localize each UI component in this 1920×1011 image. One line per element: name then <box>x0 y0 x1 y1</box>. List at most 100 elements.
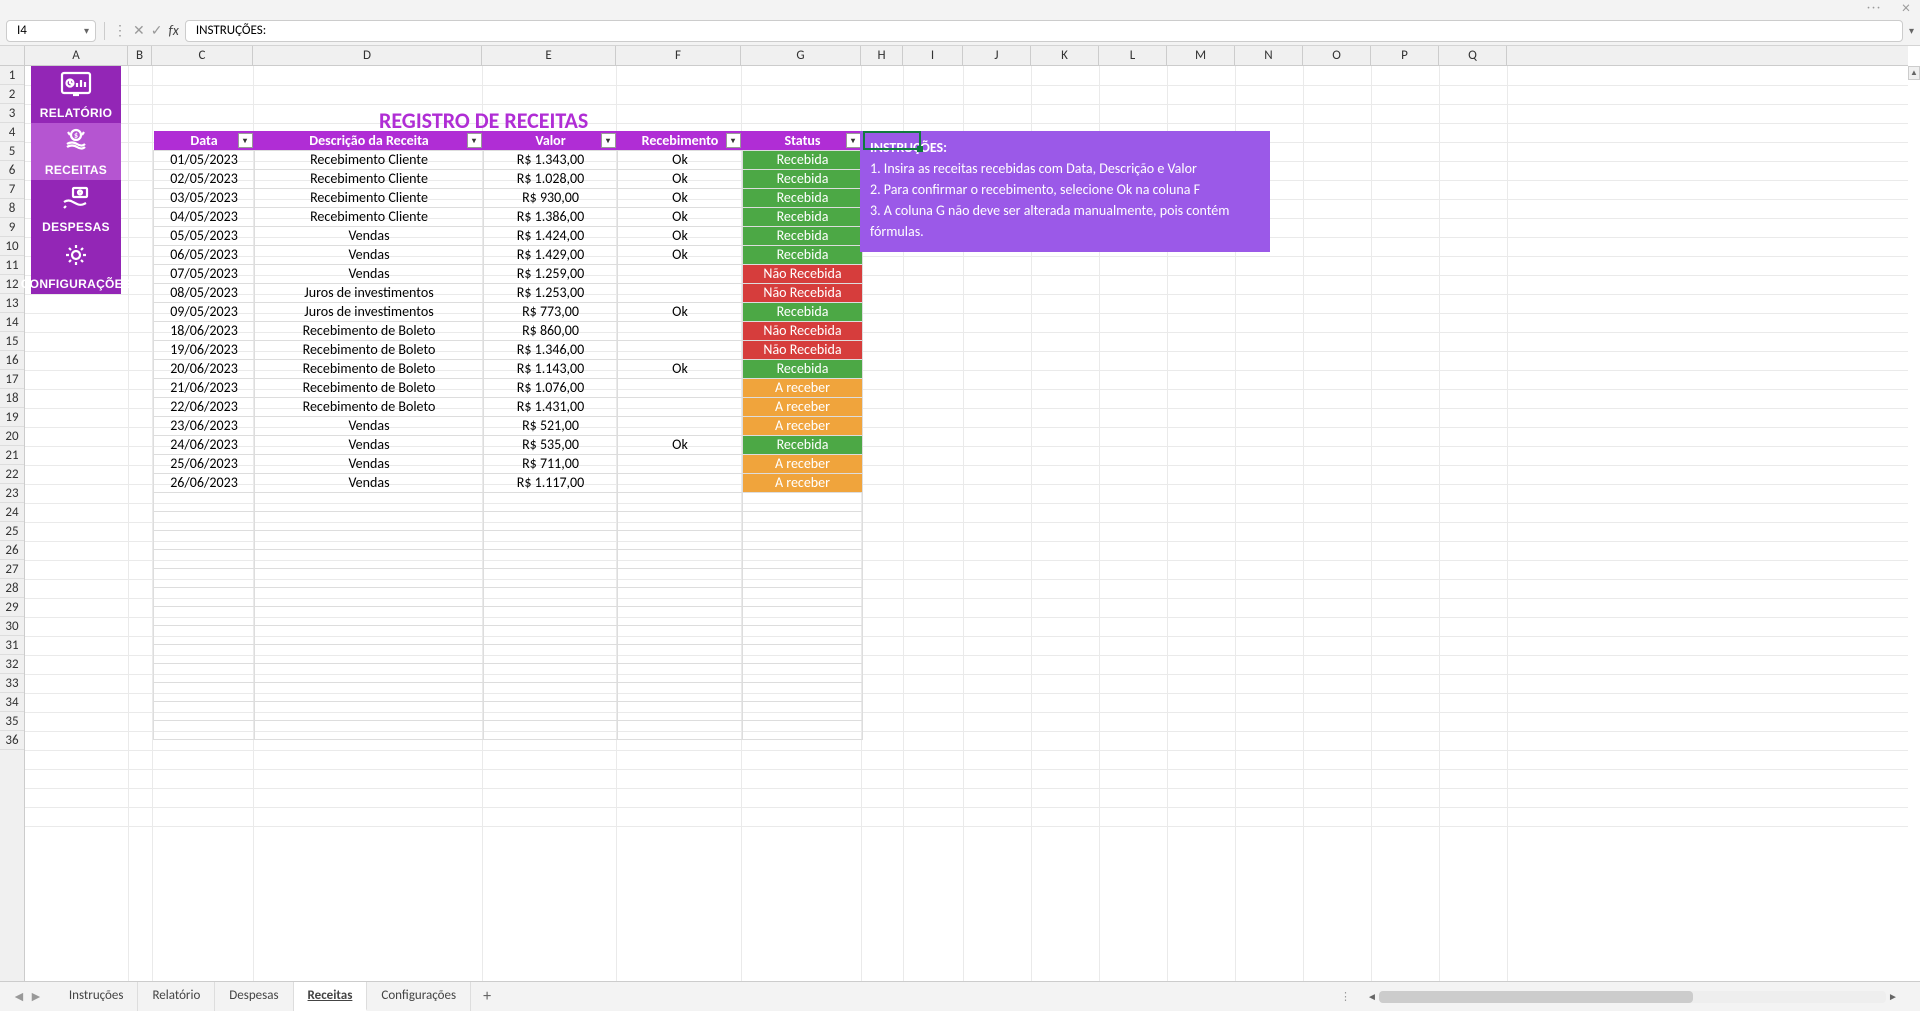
cell-data[interactable]: 23/06/2023 <box>154 416 255 435</box>
cell-desc[interactable]: Recebimento Cliente <box>255 169 484 188</box>
table-row[interactable]: 24/06/2023VendasR$ 535,00OkRecebida <box>154 435 863 454</box>
cell-desc[interactable]: Recebimento de Boleto <box>255 397 484 416</box>
row-header[interactable]: 34 <box>0 693 24 712</box>
column-header[interactable]: F <box>616 46 741 65</box>
row-header[interactable]: 14 <box>0 313 24 332</box>
table-row[interactable]: 20/06/2023Recebimento de BoletoR$ 1.143,… <box>154 359 863 378</box>
cell-desc[interactable]: Vendas <box>255 226 484 245</box>
cell-valor[interactable]: R$ 1.346,00 <box>484 340 618 359</box>
table-row[interactable]: 18/06/2023Recebimento de BoletoR$ 860,00… <box>154 321 863 340</box>
row-header[interactable]: 27 <box>0 560 24 579</box>
column-header-descrição-da-receita[interactable]: Descrição da Receita▾ <box>255 131 484 150</box>
row-header[interactable]: 33 <box>0 674 24 693</box>
cell-recebimento[interactable]: Ok <box>618 169 743 188</box>
status-badge[interactable]: Não Recebida <box>743 321 863 340</box>
row-header[interactable]: 20 <box>0 427 24 446</box>
status-badge[interactable]: Recebida <box>743 435 863 454</box>
cell-valor[interactable]: R$ 1.424,00 <box>484 226 618 245</box>
table-row-empty[interactable] <box>154 682 863 701</box>
receitas-table[interactable]: Data▾Descrição da Receita▾Valor▾Recebime… <box>153 131 863 740</box>
table-row-empty[interactable] <box>154 625 863 644</box>
status-badge[interactable]: Recebida <box>743 188 863 207</box>
scrollbar-thumb[interactable] <box>1379 991 1693 1003</box>
cell-recebimento[interactable] <box>618 473 743 492</box>
chevron-down-icon[interactable]: ▾ <box>84 24 89 37</box>
scroll-right-icon[interactable]: ► <box>1886 990 1900 1003</box>
table-row-empty[interactable] <box>154 663 863 682</box>
table-row-empty[interactable] <box>154 587 863 606</box>
status-badge[interactable]: A receber <box>743 473 863 492</box>
nav-receitas[interactable]: $RECEITAS <box>31 123 121 180</box>
table-row-empty[interactable] <box>154 568 863 587</box>
status-badge[interactable]: Recebida <box>743 150 863 169</box>
cell-valor[interactable]: R$ 773,00 <box>484 302 618 321</box>
table-row-empty[interactable] <box>154 511 863 530</box>
cell-data[interactable]: 09/05/2023 <box>154 302 255 321</box>
table-row-empty[interactable] <box>154 492 863 511</box>
table-row[interactable]: 05/05/2023VendasR$ 1.424,00OkRecebida <box>154 226 863 245</box>
cell-data[interactable]: 21/06/2023 <box>154 378 255 397</box>
column-header[interactable]: J <box>963 46 1031 65</box>
nav-despesas[interactable]: $DESPESAS <box>31 180 121 237</box>
row-header[interactable]: 24 <box>0 503 24 522</box>
row-header[interactable]: 15 <box>0 332 24 351</box>
status-badge[interactable]: Recebida <box>743 169 863 188</box>
tab-nav-arrows[interactable]: ◄ ► <box>0 988 55 1005</box>
cell-data[interactable]: 08/05/2023 <box>154 283 255 302</box>
cell-desc[interactable]: Recebimento de Boleto <box>255 359 484 378</box>
cell-data[interactable]: 04/05/2023 <box>154 207 255 226</box>
status-badge[interactable]: Não Recebida <box>743 283 863 302</box>
cell-data[interactable]: 05/05/2023 <box>154 226 255 245</box>
table-row[interactable]: 04/05/2023Recebimento ClienteR$ 1.386,00… <box>154 207 863 226</box>
name-box[interactable]: I4 ▾ <box>6 20 96 42</box>
cell-data[interactable]: 19/06/2023 <box>154 340 255 359</box>
column-header[interactable]: A <box>25 46 128 65</box>
column-header-status[interactable]: Status▾ <box>743 131 863 150</box>
cell-recebimento[interactable]: Ok <box>618 207 743 226</box>
column-header[interactable]: N <box>1235 46 1303 65</box>
table-row-empty[interactable] <box>154 549 863 568</box>
row-headers[interactable]: 1234567891011121314151617181920212223242… <box>0 66 25 981</box>
cell-recebimento[interactable] <box>618 397 743 416</box>
cell-recebimento[interactable]: Ok <box>618 302 743 321</box>
table-row[interactable]: 21/06/2023Recebimento de BoletoR$ 1.076,… <box>154 378 863 397</box>
column-header[interactable]: G <box>741 46 861 65</box>
sheet-tab-configurações[interactable]: Configurações <box>367 982 471 1011</box>
cell-data[interactable]: 24/06/2023 <box>154 435 255 454</box>
column-header[interactable]: P <box>1371 46 1439 65</box>
row-header[interactable]: 5 <box>0 142 24 161</box>
row-header[interactable]: 36 <box>0 731 24 750</box>
row-header[interactable]: 29 <box>0 598 24 617</box>
cell-desc[interactable]: Vendas <box>255 454 484 473</box>
cell-recebimento[interactable]: Ok <box>618 245 743 264</box>
status-badge[interactable]: Recebida <box>743 245 863 264</box>
fx-icon[interactable]: fx <box>168 22 178 39</box>
formula-input[interactable]: INSTRUÇÕES: <box>185 20 1903 42</box>
select-all-corner[interactable] <box>0 46 25 66</box>
cell-desc[interactable]: Vendas <box>255 416 484 435</box>
table-row-empty[interactable] <box>154 606 863 625</box>
nav-relatório[interactable]: RELATÓRIO <box>31 66 121 123</box>
sheet-tab-despesas[interactable]: Despesas <box>215 982 293 1011</box>
row-header[interactable]: 1 <box>0 66 24 85</box>
cell-recebimento[interactable] <box>618 264 743 283</box>
cell-valor[interactable]: R$ 1.253,00 <box>484 283 618 302</box>
cell-data[interactable]: 26/06/2023 <box>154 473 255 492</box>
cell-desc[interactable]: Vendas <box>255 245 484 264</box>
add-sheet-button[interactable]: + <box>471 987 503 1006</box>
status-badge[interactable]: A receber <box>743 454 863 473</box>
row-header[interactable]: 11 <box>0 256 24 275</box>
cell-data[interactable]: 01/05/2023 <box>154 150 255 169</box>
horizontal-scrollbar[interactable]: ⋮ ◄ ► <box>1340 989 1900 1005</box>
cell-valor[interactable]: R$ 1.028,00 <box>484 169 618 188</box>
row-header[interactable]: 2 <box>0 85 24 104</box>
table-row[interactable]: 07/05/2023VendasR$ 1.259,00Não Recebida <box>154 264 863 283</box>
row-header[interactable]: 13 <box>0 294 24 313</box>
cell-recebimento[interactable] <box>618 283 743 302</box>
column-header[interactable]: K <box>1031 46 1099 65</box>
cell-valor[interactable]: R$ 1.343,00 <box>484 150 618 169</box>
nav-configurações[interactable]: CONFIGURAÇÕES <box>31 237 121 294</box>
table-row[interactable]: 19/06/2023Recebimento de BoletoR$ 1.346,… <box>154 340 863 359</box>
column-header-recebimento[interactable]: Recebimento▾ <box>618 131 743 150</box>
cell-recebimento[interactable] <box>618 416 743 435</box>
